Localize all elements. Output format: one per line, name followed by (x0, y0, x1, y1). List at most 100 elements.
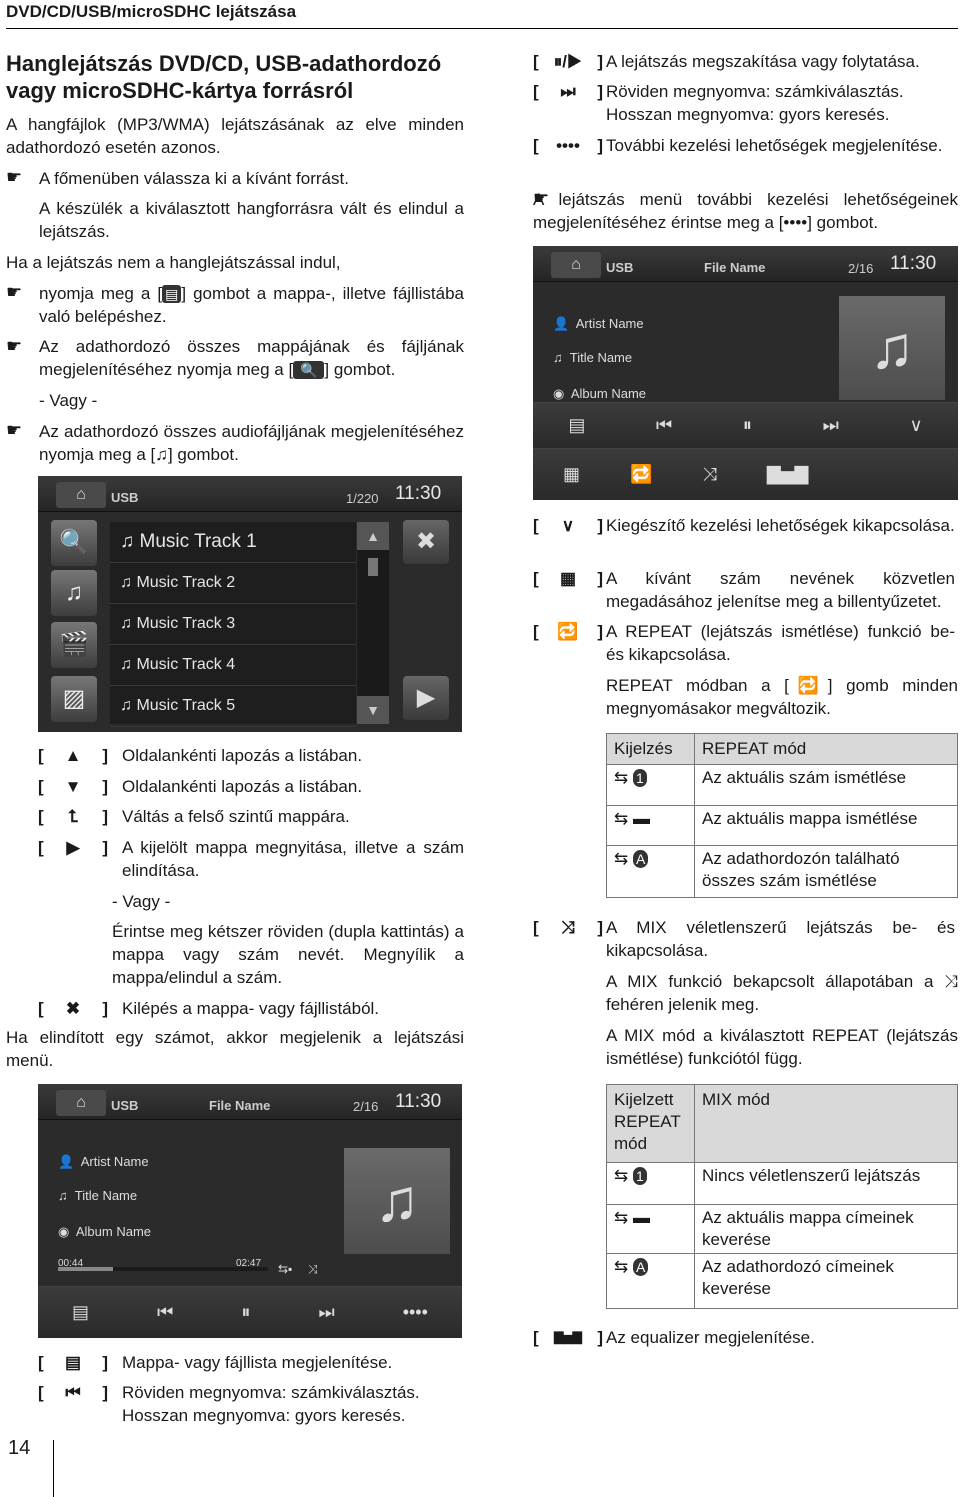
key-next: ⏭ Röviden megnyomva: számkiválasztás. Hos… (533, 80, 958, 126)
artist-icon: 👤 (58, 1154, 75, 1169)
scroll-thumb[interactable] (368, 558, 378, 576)
bullet-hand-icon: ☛ (6, 282, 23, 302)
more-icon: •••• (783, 213, 808, 232)
double-tap-note: Érintse meg kétszer röviden (dupla katti… (112, 922, 464, 987)
photo-button[interactable]: ▨ (51, 676, 97, 722)
folder-search-button[interactable]: 🔍 (51, 520, 97, 566)
home-button[interactable]: ⌂ (56, 1090, 106, 1116)
video-button[interactable]: 🎬 (51, 622, 97, 668)
progress-bar[interactable] (58, 1267, 268, 1271)
divider (53, 1440, 54, 1497)
pause-button[interactable]: ⏸ (241, 1301, 250, 1324)
repeat-icon: 🔁 (557, 622, 579, 641)
pause-play-icon: ⏸/▶ (553, 52, 583, 71)
repeat-folder-icon: ⇆▪ (278, 1262, 293, 1276)
key-description: A REPEAT (lejátszás ismétlése) funkció b… (606, 622, 955, 664)
file-list-button[interactable]: ▤ (72, 1301, 89, 1324)
keypad-button[interactable]: ▦ (563, 463, 580, 486)
folder-search-icon: 🔍 (293, 361, 325, 379)
more-button[interactable]: •••• (403, 1301, 428, 1324)
step-4: Az adathordozó összes audiofájljának meg… (39, 420, 464, 466)
control-bar: ▤ ⏮ ⏸ ⏭ •••• (38, 1286, 462, 1338)
shuffle-icon: ⤨ (561, 918, 575, 937)
column-header: MIX mód (694, 1084, 958, 1163)
step-1-note: A készülék a kiválasztott hangforrásra v… (39, 199, 464, 241)
repeat-table: Kijelzés REPEAT mód ⇆ 1 Az aktuális szám i… (606, 733, 958, 898)
key-pause-play: ⏸/▶ A lejátszás megszakítása vagy folytat… (533, 50, 958, 73)
list-item[interactable]: ♫ Music Track 2 (110, 563, 356, 604)
key-description: A kijelölt mappa megnyitása, illetve a s… (122, 838, 464, 880)
artist-row: 👤 Artist Name (553, 316, 644, 331)
page-up-icon[interactable]: ▲ (357, 522, 389, 550)
file-name: File Name (209, 1098, 271, 1113)
step-3: Az adathordozó összes mappájának és fájl… (39, 335, 464, 381)
status-bar: ⌂ USB 1/220 11:30 (38, 476, 462, 512)
key-description: A MIX véletlenszerű lejátszás be- és kik… (606, 918, 955, 960)
section-header: DVD/CD/USB/microSDHC lejátszása (6, 2, 297, 21)
home-button[interactable]: ⌂ (56, 482, 106, 508)
album-art: ♫ (344, 1148, 450, 1254)
key-description: Oldalankénti lapozás a listában. (122, 777, 363, 796)
shuffle-button[interactable]: ⤨ (702, 463, 716, 486)
repeat-icon: 🔁 (788, 676, 828, 695)
condition: Ha a lejátszás nem a hanglejátszással in… (6, 253, 341, 272)
list-item[interactable]: ♫ Music Track 3 (110, 604, 356, 645)
artist-row: 👤 Artist Name (58, 1154, 149, 1169)
repeat-folder-icon: ⇆ ▬ (606, 1204, 695, 1254)
key-description: Oldalankénti lapozás a listában. (122, 746, 363, 765)
step-2: nyomja meg a [▤] gombot a mappa-, illetv… (39, 282, 464, 328)
album-row: ◉ Album Name (58, 1224, 151, 1239)
scrollbar[interactable]: ▲ ▼ (357, 522, 389, 724)
or-text: - Vagy - (112, 892, 171, 911)
collapse-button[interactable]: ∨ (909, 414, 922, 437)
home-button[interactable]: ⌂ (551, 252, 601, 278)
key-page-up: ▲ Oldalankénti lapozás a listában. (38, 744, 464, 767)
table-cell: Az aktuális mappa ismétlése (694, 805, 958, 846)
source-label: USB (111, 1098, 139, 1113)
pause-button[interactable]: ⏸ (743, 414, 752, 437)
repeat-button[interactable]: 🔁 (630, 463, 652, 486)
next-button[interactable]: ⏭ (318, 1301, 334, 1324)
text: ] gombot. (167, 445, 239, 464)
down-arrow-icon: ▼ (64, 777, 82, 796)
equalizer-button[interactable]: ▇▅▇ (767, 463, 809, 486)
text: ] gombot. (324, 360, 396, 379)
keypad-icon: ▦ (559, 569, 577, 588)
text: ] gombot. (807, 213, 879, 232)
disc-icon: ◉ (58, 1224, 70, 1239)
more-note: A lejátszás menü további kezelési lehető… (533, 188, 958, 234)
or-text: - Vagy - (39, 391, 98, 410)
list-item[interactable]: ♫ Music Track 1 (110, 522, 356, 563)
source-label: USB (606, 260, 634, 275)
disc-icon: ◉ (553, 386, 565, 401)
music-button[interactable]: ♫ (51, 570, 97, 616)
mix-dependency-note: A MIX mód a kiválasztott REPEAT (lejátsz… (606, 1026, 958, 1068)
more-icon: •••• (556, 136, 580, 155)
file-list-button[interactable]: ▤ (568, 414, 585, 437)
file-list-screen: ⌂ USB 1/220 11:30 🔍 ♫ 🎬 ▨ ♫ Music Track … (38, 476, 462, 732)
key-description: A lejátszás megszakítása vagy folytatása… (606, 52, 920, 71)
close-button[interactable]: ✖ (403, 520, 449, 564)
intro: A hangfájlok (MP3/WMA) lejátszásának az … (6, 115, 464, 157)
list-item[interactable]: ♫ Music Track 4 (110, 645, 356, 686)
table-cell: Az aktuális szám ismétlése (694, 764, 958, 806)
text: Az adathordozó összes audiofájljának meg… (39, 422, 464, 464)
key-description: Kilépés a mappa- vagy fájllistából. (122, 999, 380, 1018)
key-file-list: ▤ Mappa- vagy fájllista megjelenítése. (38, 1351, 464, 1374)
up-arrow-icon: ▲ (64, 746, 82, 765)
previous-icon: ⏮ (65, 1383, 81, 1402)
text: REPEAT módban a [ (606, 676, 789, 695)
list-item[interactable]: ♫ Music Track 5 (110, 686, 356, 727)
previous-button[interactable]: ⏮ (656, 414, 672, 437)
page-down-icon[interactable]: ▼ (357, 696, 389, 724)
folder-up-icon: ⮤ (67, 807, 79, 826)
previous-button[interactable]: ⏮ (157, 1301, 173, 1324)
shuffle-icon: ⤨ (308, 1262, 318, 1276)
key-description: Kiegészítő kezelési lehetőségek kikapcso… (606, 516, 955, 535)
repeat-all-icon: ⇆ A (606, 1253, 695, 1309)
play-icon: ▶ (66, 838, 80, 857)
play-button[interactable]: ▶ (403, 676, 449, 720)
page-title: Hanglejátszás DVD/CD, USB-adathordozó va… (6, 51, 442, 103)
folder-list-icon: ▤ (162, 285, 182, 303)
next-button[interactable]: ⏭ (823, 414, 839, 437)
